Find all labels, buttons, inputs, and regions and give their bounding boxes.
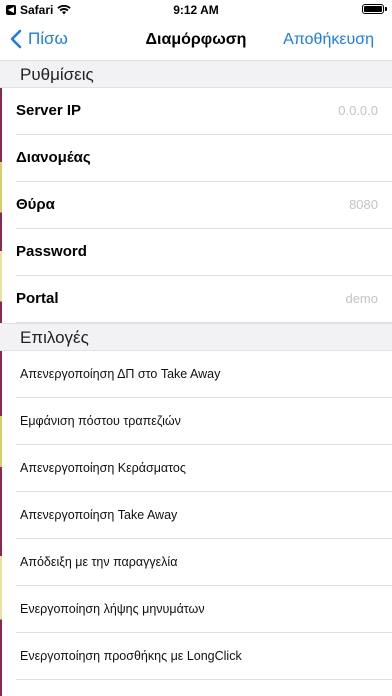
option-show-table-post[interactable]: Εμφάνιση πόστου τραπεζιών [0, 398, 392, 445]
portal-input[interactable]: demo [345, 291, 378, 306]
back-button-label: Πίσω [28, 29, 68, 48]
option-enable-longclick-add[interactable]: Ενεργοποίηση προσθήκης με LongClick [0, 633, 392, 680]
password-label: Password [16, 243, 87, 260]
chevron-left-icon [10, 29, 22, 49]
status-bar: ◀ Safari 9:12 AM [0, 0, 392, 20]
server-ip-input[interactable]: 0.0.0.0 [338, 103, 378, 118]
status-time: 9:12 AM [173, 3, 219, 17]
option-label: Εμφάνιση πόστου τραπεζιών [20, 414, 181, 428]
option-disable-treat[interactable]: Απενεργοποίηση Κεράσματος [0, 445, 392, 492]
server-ip-label: Server IP [16, 102, 82, 119]
password-field[interactable]: Password [0, 229, 392, 276]
section-header-settings: Ρυθμίσεις [0, 60, 392, 88]
portal-label: Portal [16, 290, 59, 307]
battery-icon [362, 4, 387, 14]
save-button[interactable]: Αποθήκευση [283, 31, 374, 49]
port-field[interactable]: Θύρα 8080 [0, 182, 392, 229]
option-receipt-with-order[interactable]: Απόδειξη με την παραγγελία [0, 539, 392, 586]
option-disable-dp-takeaway[interactable]: Απενεργοποίηση ΔΠ στο Take Away [0, 351, 392, 398]
portal-field[interactable]: Portal demo [0, 276, 392, 323]
option-disable-takeaway[interactable]: Απενεργοποίηση Take Away [0, 492, 392, 539]
port-label: Θύρα [16, 196, 55, 213]
distributor-label: Διανομέας [16, 149, 91, 166]
option-label: Ενεργοποίηση προσθήκης με LongClick [20, 649, 242, 663]
server-ip-field[interactable]: Server IP 0.0.0.0 [0, 88, 392, 135]
option-label: Απενεργοποίηση Κεράσματος [20, 461, 186, 475]
option-label: Απενεργοποίηση ΔΠ στο Take Away [20, 367, 221, 381]
port-input[interactable]: 8080 [349, 197, 378, 212]
option-enable-messages[interactable]: Ενεργοποίηση λήψης μηνυμάτων [0, 586, 392, 633]
option-label: Ενεργοποίηση λήψης μηνυμάτων [20, 602, 205, 616]
section-header-options: Επιλογές [0, 323, 392, 351]
navigation-bar: Πίσω Διαμόρφωση Αποθήκευση [0, 20, 392, 62]
option-label: Απενεργοποίηση Take Away [20, 508, 178, 522]
distributor-field[interactable]: Διανομέας [0, 135, 392, 182]
option-label: Απόδειξη με την παραγγελία [20, 555, 178, 569]
back-button[interactable]: Πίσω [10, 29, 68, 49]
